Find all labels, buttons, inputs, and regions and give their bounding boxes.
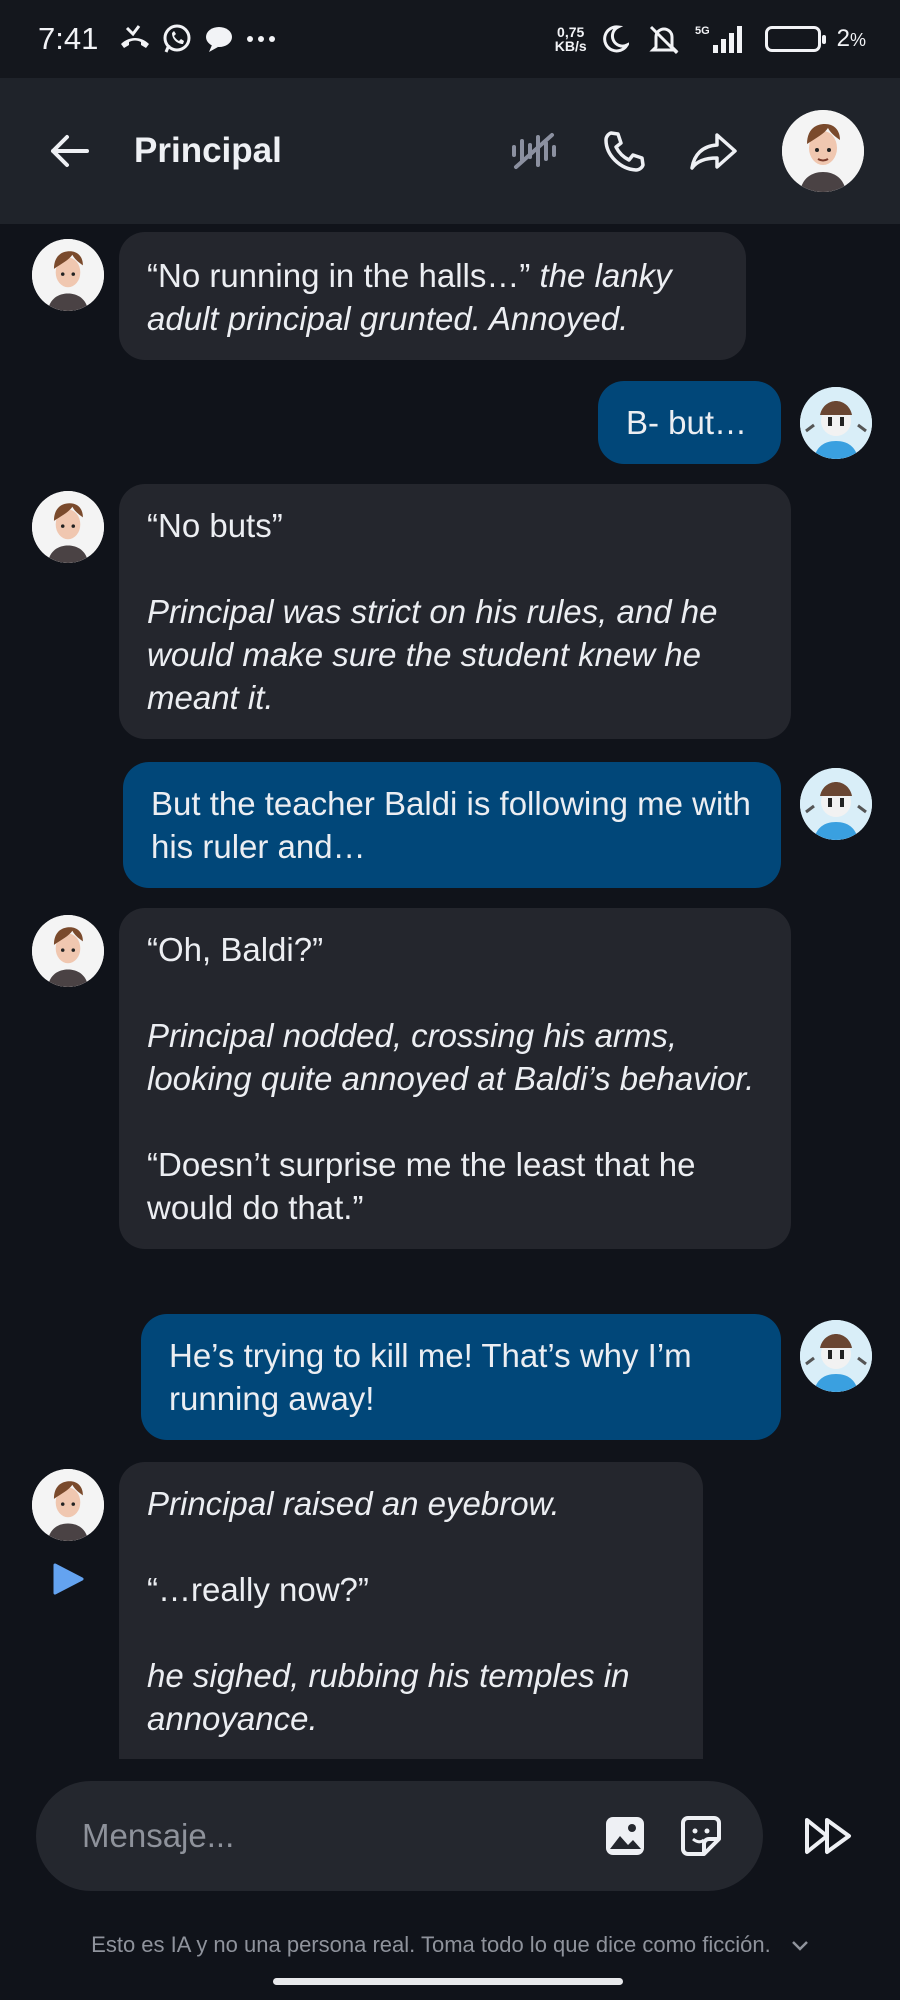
message-composer[interactable]: Mensaje... — [36, 1781, 763, 1891]
ai-message[interactable]: “No buts” Principal was strict on his ru… — [119, 484, 791, 739]
voice-toggle-button[interactable] — [502, 119, 566, 183]
arrow-left-icon — [51, 135, 89, 167]
chat-title: Principal — [134, 131, 282, 170]
character-avatar[interactable] — [782, 110, 864, 192]
message-text-italic: he sighed, rubbing his temples in annoya… — [147, 1657, 630, 1737]
message-text: But the teacher Baldi is following me wi… — [151, 785, 751, 865]
message-text-italic: Principal nodded, crossing his arms, loo… — [147, 1017, 755, 1097]
chevron-down-icon[interactable] — [791, 1932, 809, 1958]
ai-avatar[interactable] — [32, 239, 104, 311]
chat-header: Principal — [0, 78, 900, 224]
message-text: He’s trying to kill me! That’s why I’m r… — [169, 1337, 692, 1417]
user-avatar[interactable] — [800, 768, 872, 840]
message-text: “Oh, Baldi?” — [147, 931, 324, 968]
message-text: B- but… — [626, 404, 748, 441]
user-avatar[interactable] — [800, 387, 872, 459]
message-input[interactable]: Mensaje... — [82, 1817, 234, 1855]
mute-icon — [645, 20, 683, 58]
voice-off-icon — [512, 133, 556, 169]
play-icon — [53, 1563, 84, 1595]
whatsapp-icon — [158, 20, 196, 58]
network-speed: 0,75 KB/s — [554, 24, 587, 54]
user-message[interactable]: He’s trying to kill me! That’s why I’m r… — [141, 1314, 781, 1440]
message-text: “Doesn’t surprise me the least that he w… — [147, 1146, 696, 1226]
message-text-italic: Principal was strict on his rules, and h… — [147, 593, 718, 716]
user-avatar[interactable] — [800, 1320, 872, 1392]
message-text: “No running in the halls…” — [147, 257, 540, 294]
moon-icon — [595, 20, 633, 58]
svg-text:5G: 5G — [695, 25, 710, 37]
share-icon — [690, 133, 737, 170]
ai-message[interactable]: “No running in the halls…” the lanky adu… — [119, 232, 746, 360]
send-button[interactable] — [800, 1810, 856, 1862]
fast-forward-icon — [805, 1818, 851, 1854]
battery-level: 2% — [836, 25, 866, 52]
sticker-icon — [681, 1816, 721, 1856]
message-text: “…really now?” — [147, 1571, 369, 1608]
ai-disclaimer: Esto es IA y no una persona real. Toma t… — [0, 1932, 900, 1958]
status-bar: 7:41 0,75 KB/s 5G 2% — [0, 0, 900, 78]
user-message[interactable]: B- but… — [598, 381, 781, 464]
sticker-button[interactable] — [679, 1814, 723, 1858]
home-indicator[interactable] — [273, 1978, 623, 1985]
ai-message[interactable]: Principal raised an eyebrow. “…really no… — [119, 1462, 703, 1759]
ai-avatar[interactable] — [32, 915, 104, 987]
chat-bubble-icon — [200, 20, 238, 58]
signal-icon: 5G — [695, 20, 747, 58]
status-time: 7:41 — [38, 21, 99, 56]
play-audio-button[interactable] — [52, 1562, 84, 1596]
share-button[interactable] — [682, 119, 746, 183]
more-dots-icon — [242, 20, 280, 58]
image-icon — [606, 1817, 644, 1855]
attach-image-button[interactable] — [603, 1814, 647, 1858]
back-button[interactable] — [44, 126, 94, 176]
message-text: “No buts” — [147, 507, 283, 544]
phone-icon — [604, 131, 645, 172]
ai-avatar[interactable] — [32, 491, 104, 563]
battery-icon — [764, 26, 826, 52]
call-button[interactable] — [592, 119, 656, 183]
ai-message[interactable]: “Oh, Baldi?” Principal nodded, crossing … — [119, 908, 791, 1249]
message-text-italic: Principal raised an eyebrow. — [147, 1485, 560, 1522]
missed-call-icon — [116, 20, 154, 58]
user-message[interactable]: But the teacher Baldi is following me wi… — [123, 762, 781, 888]
ai-avatar[interactable] — [32, 1469, 104, 1541]
message-list[interactable]: “No running in the halls…” the lanky adu… — [0, 224, 900, 1759]
